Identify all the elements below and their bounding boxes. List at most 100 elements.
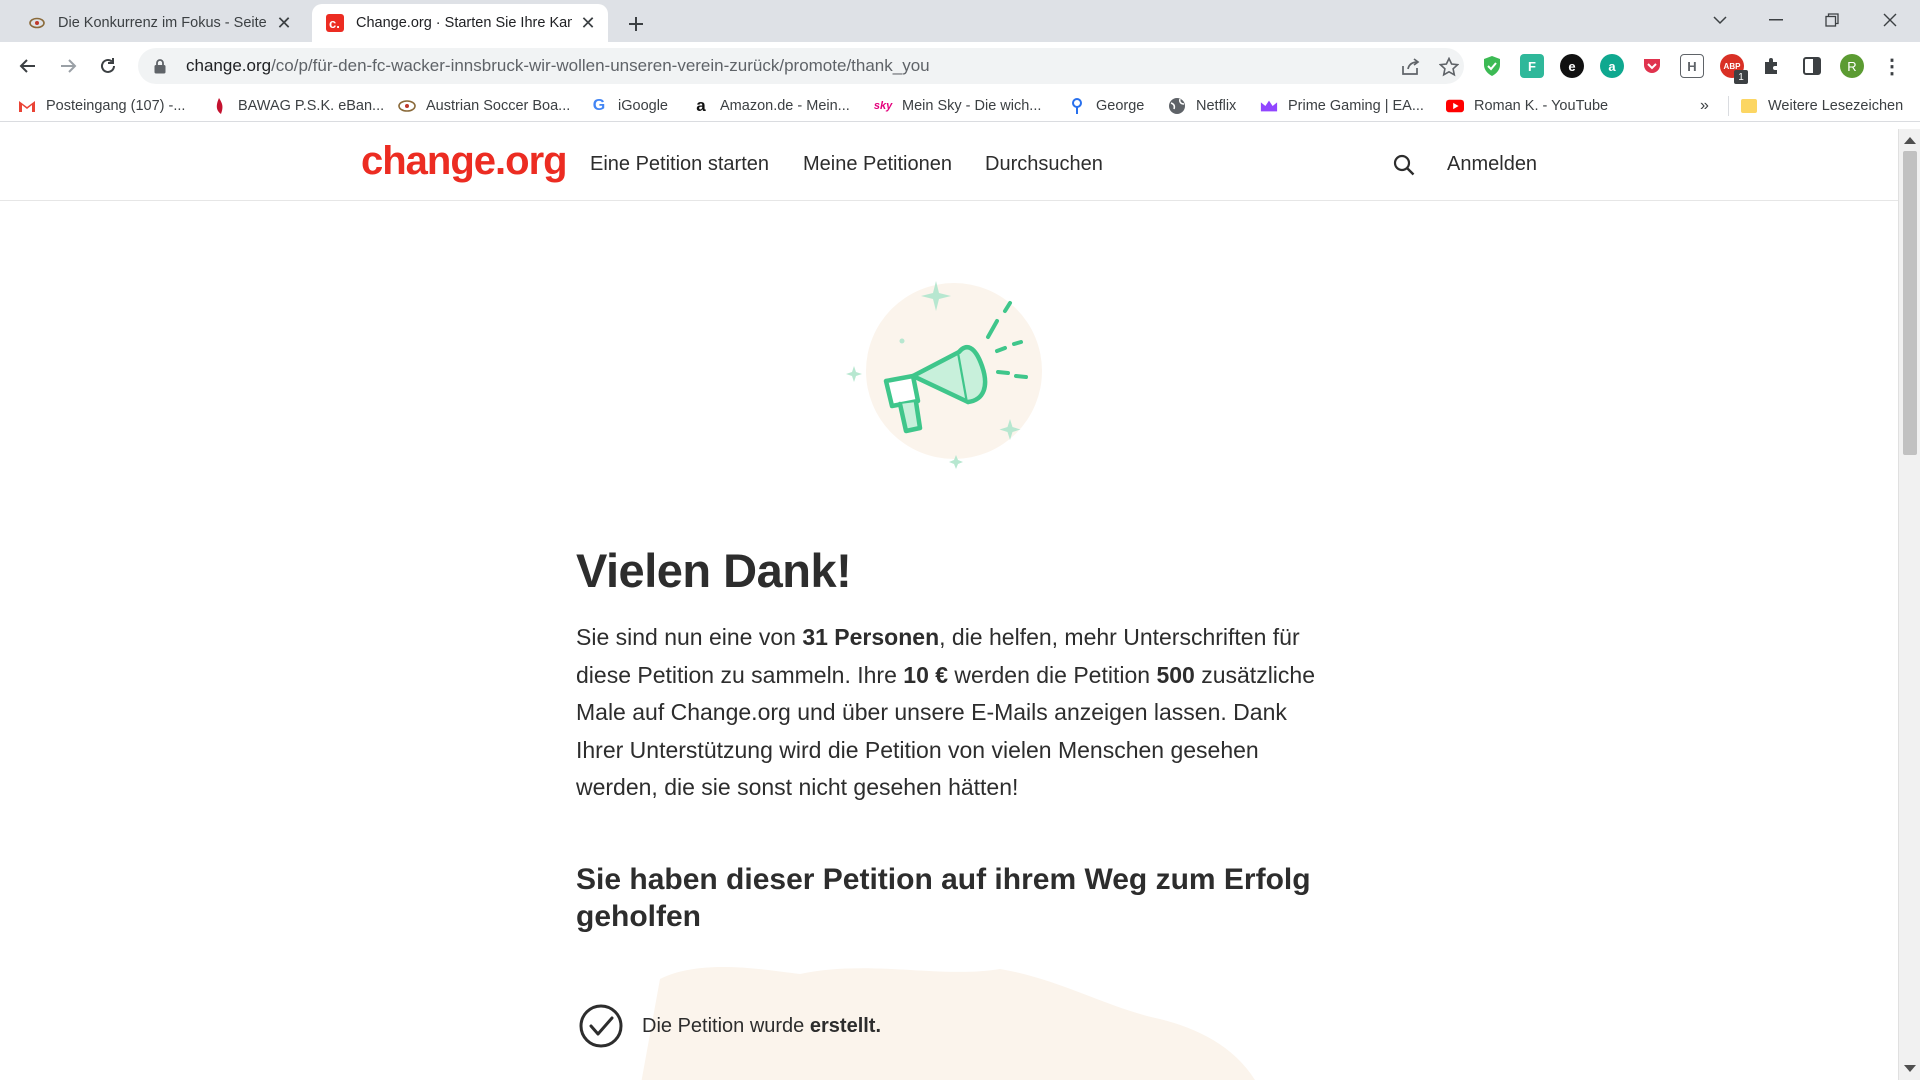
success-heading: Sie haben dieser Petition auf ihrem Weg …	[576, 863, 1311, 933]
close-icon[interactable]: ✕	[274, 13, 294, 33]
supporter-count: 31 Personen	[802, 624, 940, 650]
google-icon: G	[592, 97, 606, 114]
bookmark-label: Prime Gaming | EA...	[1288, 98, 1424, 114]
forward-button[interactable]	[52, 50, 84, 82]
close-icon	[1883, 13, 1897, 27]
bookmarks-bar: Posteingang (107) -... BAWAG P.S.K. eBan…	[0, 90, 1920, 122]
nav-start-petition[interactable]: Eine Petition starten	[590, 153, 769, 176]
lock-icon	[152, 58, 168, 74]
h-extension-icon[interactable]: H	[1680, 54, 1704, 78]
bookmark-item[interactable]: G iGoogle	[590, 94, 668, 118]
window-close-button[interactable]	[1862, 0, 1918, 40]
restore-icon	[1825, 13, 1839, 27]
url-text: change.org/co/p/für-den-fc-wacker-innsbr…	[186, 56, 930, 76]
amazon-icon: a	[696, 96, 706, 115]
change-org-favicon-icon: c.	[326, 14, 344, 32]
text-segment: Die Petition wurde	[642, 1014, 810, 1037]
bookmark-label: Mein Sky - Die wich...	[902, 98, 1042, 114]
checkmark-circle-icon	[578, 1003, 624, 1049]
extension-badge: 1	[1734, 70, 1748, 84]
e-extension-icon[interactable]: e	[1560, 54, 1584, 78]
minimize-icon	[1769, 19, 1783, 21]
globe-icon	[1168, 97, 1186, 115]
arrow-right-icon	[61, 59, 77, 73]
bookmark-item[interactable]: BAWAG P.S.K. eBan...	[210, 94, 384, 118]
bookmark-item[interactable]: Roman K. - YouTube	[1446, 94, 1608, 118]
browser-toolbar: change.org/co/p/für-den-fc-wacker-innsbr…	[0, 42, 1920, 90]
tab-change-org[interactable]: c. Change.org · Starten Sie Ihre Kam ✕	[312, 4, 608, 42]
gmail-icon	[18, 97, 36, 115]
svg-text:c.: c.	[329, 16, 340, 31]
bookmark-label: Weitere Lesezeichen	[1768, 98, 1904, 114]
bookmark-item[interactable]: sky Mein Sky - Die wich...	[873, 94, 1042, 118]
login-link[interactable]: Anmelden	[1447, 153, 1537, 176]
bookmark-item[interactable]: George	[1068, 94, 1144, 118]
page-viewport: change.org Eine Petition starten Meine P…	[0, 129, 1898, 1080]
bookmark-label: iGoogle	[618, 98, 668, 114]
bookmark-label: Austrian Soccer Boa...	[426, 98, 571, 114]
other-bookmarks-folder[interactable]: Weitere Lesezeichen	[1740, 94, 1903, 118]
change-org-logo[interactable]: change.org	[361, 139, 568, 184]
bookmark-item[interactable]: a Amazon.de - Mein...	[692, 94, 849, 118]
george-icon	[1068, 97, 1086, 115]
tab-search-button[interactable]	[1692, 0, 1748, 40]
bookmark-label: Posteingang (107) -...	[46, 98, 186, 114]
bookmark-label: BAWAG P.S.K. eBan...	[238, 98, 385, 114]
reload-button[interactable]	[92, 50, 124, 82]
side-panel-icon[interactable]	[1800, 54, 1824, 78]
promotion-count: 500	[1156, 661, 1195, 688]
scroll-up-arrow-icon[interactable]	[1904, 137, 1916, 144]
search-button[interactable]	[1390, 151, 1418, 179]
back-button[interactable]	[12, 50, 44, 82]
bookmark-item[interactable]: Austrian Soccer Boa...	[398, 94, 570, 118]
arrow-left-icon	[19, 59, 35, 73]
bookmarks-divider	[1728, 96, 1729, 116]
page-scrollbar[interactable]	[1898, 129, 1920, 1080]
step-status: erstellt.	[809, 1014, 882, 1037]
bookmark-item[interactable]: Netflix	[1168, 94, 1236, 118]
tab-konkurrenz[interactable]: Die Konkurrenz im Fokus - Seite ✕	[14, 4, 304, 42]
donation-amount: 10 €	[903, 661, 949, 688]
new-tab-button[interactable]	[620, 8, 652, 40]
progress-step: Die Petition wurde erstellt.	[578, 1003, 881, 1049]
tab-title: Change.org · Starten Sie Ihre Kam	[356, 15, 572, 31]
reload-icon	[101, 58, 115, 73]
bookmark-star-icon[interactable]	[1438, 56, 1460, 78]
bookmark-label: Roman K. - YouTube	[1474, 98, 1609, 114]
address-bar[interactable]: change.org/co/p/für-den-fc-wacker-innsbr…	[138, 48, 1464, 84]
sky-icon: sky	[873, 100, 893, 112]
menu-kebab-icon[interactable]: ⋮	[1880, 54, 1904, 78]
a-extension-icon[interactable]: a	[1600, 54, 1624, 78]
text-segment: Sie sind nun eine von	[576, 624, 803, 650]
url-path: /co/p/für-den-fc-wacker-innsbruck-wir-wo…	[271, 56, 930, 75]
bawag-icon	[210, 97, 228, 115]
puzzle-icon[interactable]	[1760, 54, 1784, 78]
page-title: Vielen Dank!	[576, 544, 852, 597]
scroll-down-arrow-icon[interactable]	[1904, 1065, 1916, 1072]
profile-avatar[interactable]: R	[1840, 54, 1864, 78]
url-host: change.org	[186, 56, 272, 75]
prime-gaming-icon	[1260, 97, 1278, 115]
search-icon	[1393, 154, 1415, 176]
folder-icon	[1740, 97, 1758, 115]
bookmark-item[interactable]: Prime Gaming | EA...	[1260, 94, 1424, 118]
youtube-icon	[1446, 97, 1464, 115]
pocket-extension-icon[interactable]	[1640, 54, 1664, 78]
nav-browse[interactable]: Durchsuchen	[985, 153, 1103, 176]
site-header: change.org Eine Petition starten Meine P…	[0, 129, 1898, 201]
scrollbar-thumb[interactable]	[1903, 151, 1917, 455]
plus-icon	[629, 17, 643, 31]
minimize-button[interactable]	[1748, 0, 1804, 40]
bookmarks-overflow-button[interactable]: »	[1700, 94, 1709, 118]
soccer-board-icon	[28, 14, 46, 32]
thank-you-text: Sie sind nun eine von 31 Personen, die h…	[576, 619, 1336, 807]
close-icon[interactable]: ✕	[578, 13, 598, 33]
bookmark-item[interactable]: Posteingang (107) -...	[18, 94, 185, 118]
megaphone-illustration	[846, 281, 1042, 469]
restore-button[interactable]	[1804, 0, 1860, 40]
shield-extension-icon[interactable]	[1480, 54, 1504, 78]
nav-my-petitions[interactable]: Meine Petitionen	[803, 153, 952, 176]
feedly-extension-icon[interactable]: F	[1520, 54, 1544, 78]
tab-strip: Die Konkurrenz im Fokus - Seite ✕ c. Cha…	[0, 0, 1920, 42]
share-icon[interactable]	[1400, 56, 1422, 78]
